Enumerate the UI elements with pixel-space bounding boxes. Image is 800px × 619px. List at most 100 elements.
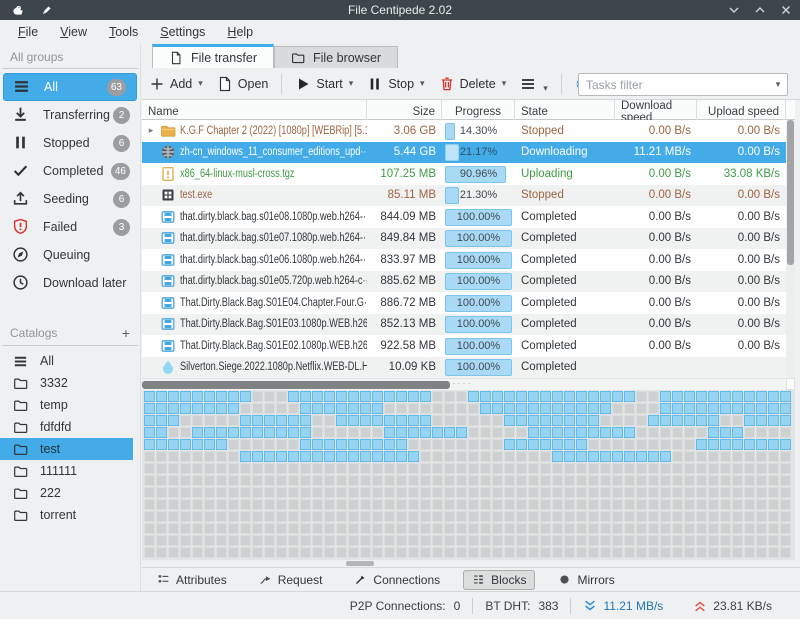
table-row[interactable]: zh-cn_windows_11_consumer_editions_upd··…: [142, 142, 786, 164]
block-pending: [708, 547, 719, 558]
minimize-icon[interactable]: [728, 4, 740, 16]
menu-settings[interactable]: Settings: [150, 22, 215, 42]
expand-arrow-icon[interactable]: ▸: [146, 125, 156, 136]
block-pending: [636, 535, 647, 546]
close-icon[interactable]: [780, 4, 792, 16]
block-pending: [360, 535, 371, 546]
block-pending: [780, 535, 791, 546]
block-downloaded: [336, 403, 347, 414]
block-downloaded: [612, 391, 623, 402]
open-button[interactable]: Open: [210, 72, 276, 96]
block-pending: [588, 511, 599, 522]
menu-help[interactable]: Help: [217, 22, 263, 42]
sidebar-group-seeding[interactable]: Seeding6: [0, 185, 140, 213]
blocks-scrollbar-thumb[interactable]: [346, 561, 374, 566]
block-pending: [252, 499, 263, 510]
maximize-icon[interactable]: [754, 4, 766, 16]
download-speed-value: 11.21 MB/s: [603, 599, 663, 613]
block-downloaded: [156, 439, 167, 450]
shield-icon: [12, 218, 30, 236]
table-row[interactable]: that.dirty.black.bag.s01e07.1080p.web.h2…: [142, 228, 786, 250]
catalog-item-torrent[interactable]: torrent: [0, 504, 140, 526]
sidebar-group-all[interactable]: All63: [3, 73, 137, 101]
table-row[interactable]: ▸K.G.F Chapter 2 (2022) [1080p] [WEBRip]…: [142, 120, 786, 142]
table-row[interactable]: That.Dirty.Black.Bag.S01E04.Chapter.Four…: [142, 292, 786, 314]
block-downloaded: [372, 415, 383, 426]
block-pending: [672, 427, 683, 438]
table-row[interactable]: That.Dirty.Black.Bag.S01E03.1080p.WEB.h2…: [142, 314, 786, 336]
horizontal-scrollbar-thumb[interactable]: [142, 381, 450, 389]
delete-button[interactable]: Delete ▾: [432, 72, 514, 96]
catalog-item-111111[interactable]: 111111: [0, 460, 140, 482]
tasks-filter-input[interactable]: [579, 74, 769, 95]
block-pending: [432, 415, 443, 426]
table-row[interactable]: that.dirty.black.bag.s01e06.1080p.web.h2…: [142, 249, 786, 271]
sidebar-group-failed[interactable]: Failed3: [0, 213, 140, 241]
add-catalog-button[interactable]: +: [122, 325, 130, 341]
block-pending: [516, 487, 527, 498]
detail-tab-blocks[interactable]: Blocks: [463, 570, 535, 590]
add-button[interactable]: Add ▾: [142, 72, 210, 96]
block-pending: [204, 451, 215, 462]
block-downloaded: [300, 451, 311, 462]
splitter-handle[interactable]: ·····: [440, 378, 480, 388]
download-icon: [12, 106, 30, 124]
sidebar-group-download-later[interactable]: Download later: [0, 269, 140, 297]
sidebar-group-transferring[interactable]: Transferring2: [0, 101, 140, 129]
more-menu-button[interactable]: ▾: [513, 72, 555, 96]
block-pending: [276, 391, 287, 402]
detail-tabbar: Attributes Request Connections Blocks Mirror…: [142, 567, 800, 591]
catalog-item-fdfdfd[interactable]: fdfdfd: [0, 416, 140, 438]
table-row[interactable]: That.Dirty.Black.Bag.S01E02.1080p.WEB.h2…: [142, 335, 786, 357]
block-pending: [432, 547, 443, 558]
vertical-scrollbar-thumb[interactable]: [787, 120, 794, 265]
block-downloaded: [564, 427, 575, 438]
download-speed-cell: 0.00 B/s: [615, 340, 697, 352]
tab-file-transfer[interactable]: File transfer: [152, 44, 274, 68]
block-pending: [336, 475, 347, 486]
catalog-item-222[interactable]: 222: [0, 482, 140, 504]
block-pending: [780, 475, 791, 486]
table-row[interactable]: Silverton.Siege.2022.1080p.Netflix.WEB-D…: [142, 357, 786, 379]
state-cell: Completed: [515, 254, 615, 266]
detail-tab-request[interactable]: Request: [250, 570, 332, 590]
block-pending: [444, 463, 455, 474]
table-row[interactable]: that.dirty.black.bag.s01e05.720p.web.h26…: [142, 271, 786, 293]
block-downloaded: [516, 403, 527, 414]
detail-tab-connections[interactable]: Connections: [345, 570, 449, 590]
block-pending: [144, 475, 155, 486]
detail-tab-attributes[interactable]: Attributes: [148, 570, 236, 590]
stop-button[interactable]: Stop ▾: [360, 72, 431, 96]
menu-file[interactable]: File: [8, 22, 48, 42]
block-pending: [144, 463, 155, 474]
catalog-label: fdfdfd: [40, 420, 71, 434]
block-downloaded: [228, 403, 239, 414]
filter-dropdown-caret[interactable]: ▾: [769, 79, 787, 90]
block-pending: [744, 451, 755, 462]
stop-label: Stop: [388, 77, 414, 91]
table-row[interactable]: test.exe85.11 MB21.30%Stopped0.00 B/s0.0…: [142, 185, 786, 207]
detail-tab-mirrors[interactable]: Mirrors: [549, 570, 623, 590]
sidebar-group-queuing[interactable]: Queuing: [0, 241, 140, 269]
block-pending: [432, 511, 443, 522]
catalog-item-all[interactable]: All: [0, 350, 140, 372]
catalog-item-test[interactable]: test: [0, 438, 133, 460]
block-pending: [396, 535, 407, 546]
block-pending: [288, 475, 299, 486]
sidebar-group-completed[interactable]: Completed46: [0, 157, 140, 185]
catalog-item-3332[interactable]: 3332: [0, 372, 140, 394]
menu-view[interactable]: View: [50, 22, 97, 42]
block-pending: [348, 427, 359, 438]
block-pending: [312, 487, 323, 498]
block-pending: [180, 451, 191, 462]
size-cell: 852.13 MB: [367, 318, 442, 330]
catalog-item-temp[interactable]: temp: [0, 394, 140, 416]
menu-tools[interactable]: Tools: [99, 22, 148, 42]
tab-file-browser[interactable]: File browser: [274, 46, 398, 68]
table-row[interactable]: that.dirty.black.bag.s01e08.1080p.web.h2…: [142, 206, 786, 228]
block-pending: [624, 511, 635, 522]
sidebar-group-stopped[interactable]: Stopped6: [0, 129, 140, 157]
start-button[interactable]: Start ▾: [288, 72, 360, 96]
block-pending: [516, 535, 527, 546]
table-row[interactable]: x86_64-linux-musl-cross.tgz107.25 MB90.9…: [142, 163, 786, 185]
